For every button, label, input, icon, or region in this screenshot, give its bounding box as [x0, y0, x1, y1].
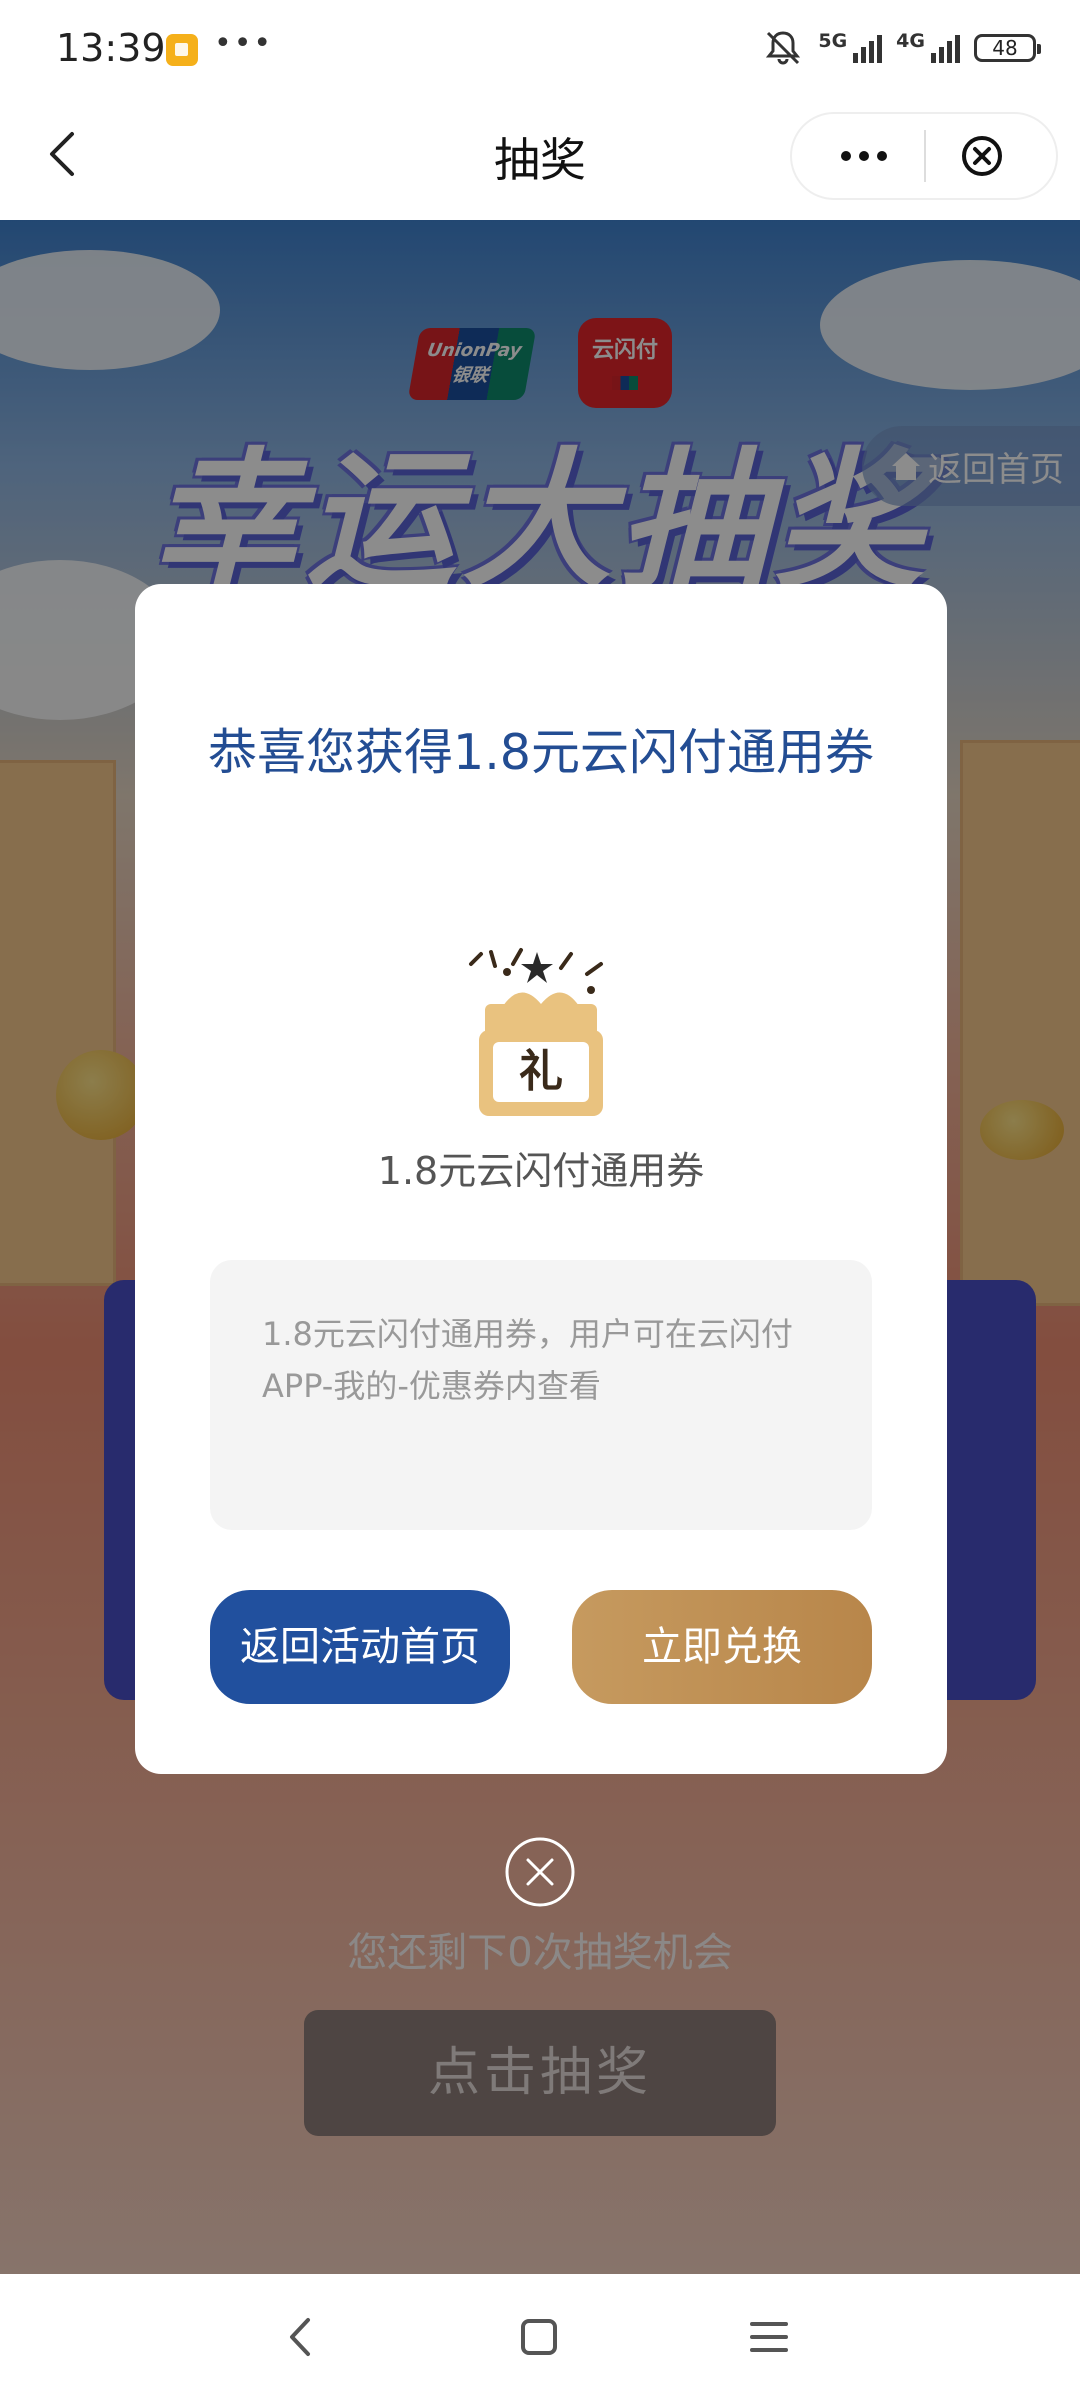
more-options-icon[interactable]: [816, 114, 912, 198]
battery-icon: 48: [974, 34, 1041, 62]
system-home-icon[interactable]: [514, 2312, 564, 2362]
signal-4g-icon: [931, 33, 960, 63]
system-back-icon[interactable]: [276, 2312, 326, 2362]
modal-title: 恭喜您获得1.8元云闪付通用券: [208, 724, 874, 781]
mini-program-capsule: [790, 112, 1058, 200]
redeem-now-button[interactable]: 立即兑换: [572, 1590, 872, 1704]
status-bar: 13:39 ••• 5G 4G 48: [0, 0, 1080, 96]
network-4g-label: 4G: [896, 30, 925, 52]
description-box: 1.8元云闪付通用券，用户可在云闪付APP-我的-优惠券内查看: [210, 1260, 872, 1530]
description-text: 1.8元云闪付通用券，用户可在云闪付APP-我的-优惠券内查看: [262, 1315, 793, 1405]
notification-app-icon: [166, 34, 198, 66]
back-to-activity-button[interactable]: 返回活动首页: [210, 1590, 510, 1704]
signal-5g-icon: [853, 33, 883, 63]
gift-icon: 礼: [469, 948, 603, 1116]
nav-bar: 抽奖: [0, 96, 1080, 220]
system-menu-icon[interactable]: [744, 2312, 794, 2362]
modal-close-icon[interactable]: [504, 1836, 576, 1908]
more-notifications-icon: •••: [214, 26, 274, 61]
network-5g-label: 5G: [818, 30, 848, 52]
status-icons: 5G 4G 48: [762, 24, 1041, 72]
status-time: 13:39: [56, 26, 166, 70]
svg-text:礼: 礼: [519, 1046, 563, 1097]
prize-name: 1.8元云闪付通用券: [377, 1149, 705, 1193]
prize-modal: 恭喜您获得1.8元云闪付通用券 礼 1.8元云闪付通用券 1.8元云闪付通用券，…: [135, 584, 947, 1774]
system-navigation-bar: [0, 2274, 1080, 2400]
close-miniprogram-icon[interactable]: [958, 132, 1006, 180]
capsule-divider: [924, 130, 926, 182]
mute-bell-icon: [766, 31, 801, 65]
